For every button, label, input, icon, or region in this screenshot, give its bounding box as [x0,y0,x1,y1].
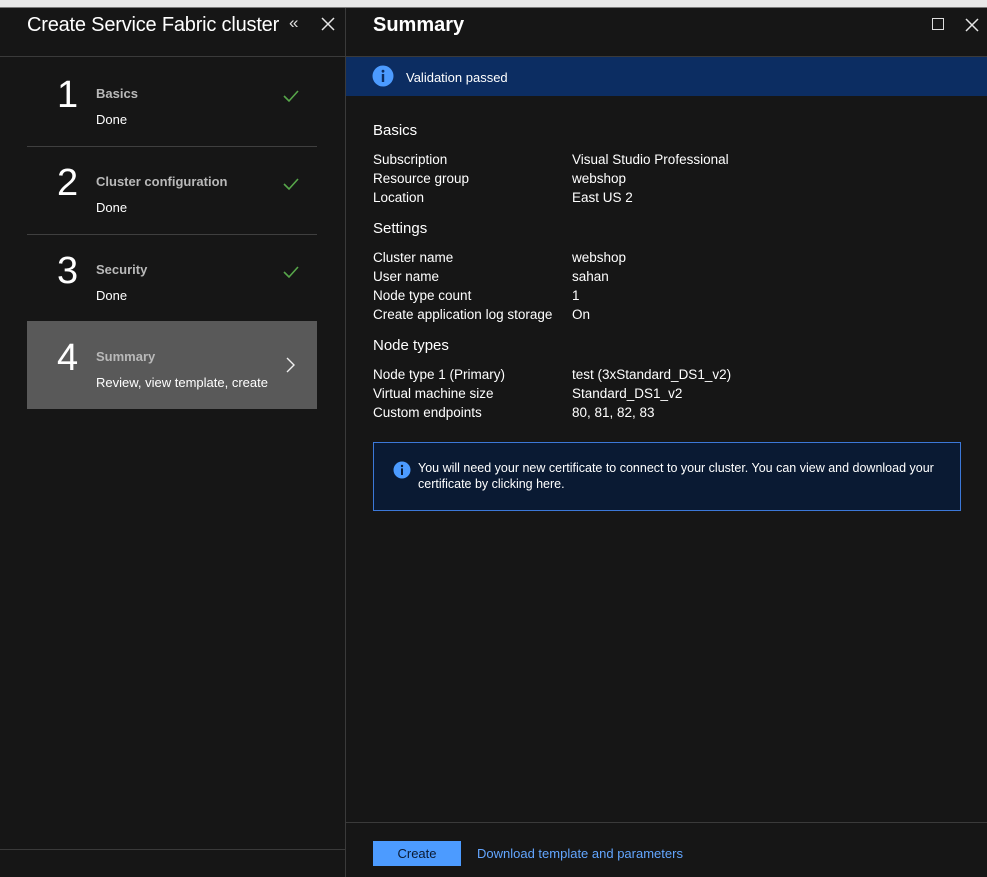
subscription-label: Subscription [373,152,448,167]
page-title: Summary [373,14,465,36]
wizard-step-basics[interactable]: 1 Basics Done [27,58,317,147]
step-title: Cluster configuration [96,174,228,189]
wizard-header: Create Service Fabric cluster « [0,8,345,57]
custom-endpoints-value: 80, 81, 82, 83 [572,405,655,420]
wizard-footer-divider [0,849,345,850]
close-icon[interactable] [963,16,981,34]
section-heading-basics: Basics [373,122,418,139]
step-status: Done [96,288,128,303]
step-title: Basics [96,86,138,101]
log-storage-label: Create application log storage [373,307,553,322]
location-value: East US 2 [572,190,633,205]
user-name-value: sahan [572,269,609,284]
certificate-notice[interactable]: You will need your new certificate to co… [373,442,961,511]
footer-divider [346,822,987,823]
validation-message: Validation passed [406,70,508,85]
resource-group-value: webshop [572,171,627,186]
step-number: 2 [57,162,79,204]
summary-blade: Summary Validation passed Basics Subscri… [346,8,987,877]
chevron-right-icon [286,357,295,373]
summary-header: Summary [346,8,987,57]
step-number: 1 [57,74,79,116]
cluster-name-label: Cluster name [373,250,454,265]
info-icon [393,461,411,479]
double-chevron-left-icon[interactable]: « [289,13,298,33]
location-label: Location [373,190,425,205]
custom-endpoints-label: Custom endpoints [373,405,482,420]
node-type-count-value: 1 [572,288,580,303]
node-type-count-label: Node type count [373,288,472,303]
close-icon[interactable] [318,14,338,34]
vm-size-label: Virtual machine size [373,386,494,401]
validation-banner: Validation passed [346,57,987,96]
wizard-blade: Create Service Fabric cluster « 1 Basics… [0,8,346,877]
cluster-name-value: webshop [572,250,627,265]
create-button[interactable]: Create [373,841,461,866]
section-heading-node-types: Node types [373,337,449,354]
checkmark-icon [283,178,299,191]
maximize-icon[interactable] [932,18,944,30]
wizard-step-summary[interactable]: 4 Summary Review, view template, create [27,321,317,409]
wizard-step-security[interactable]: 3 Security Done [27,234,317,323]
checkmark-icon [283,90,299,103]
log-storage-value: On [572,307,591,322]
step-title: Security [96,262,148,277]
user-name-label: User name [373,269,440,284]
node-type-1-value: test (3xStandard_DS1_v2) [572,367,732,382]
step-status: Done [96,112,128,127]
wizard-title: Create Service Fabric cluster [27,14,280,36]
step-title: Summary [96,349,156,364]
step-status: Done [96,200,128,215]
download-template-link[interactable]: Download template and parameters [477,846,683,861]
certificate-notice-text: You will need your new certificate to co… [418,461,934,491]
checkmark-icon [283,266,299,279]
vm-size-value: Standard_DS1_v2 [572,386,683,401]
step-status: Review, view template, create [96,375,268,390]
section-heading-settings: Settings [373,220,428,237]
wizard-step-cluster-configuration[interactable]: 2 Cluster configuration Done [27,146,317,235]
subscription-value: Visual Studio Professional [572,152,729,167]
step-number: 4 [57,337,79,379]
resource-group-label: Resource group [373,171,470,186]
step-number: 3 [57,250,79,292]
node-type-1-label: Node type 1 (Primary) [373,367,506,382]
info-icon [372,65,394,87]
